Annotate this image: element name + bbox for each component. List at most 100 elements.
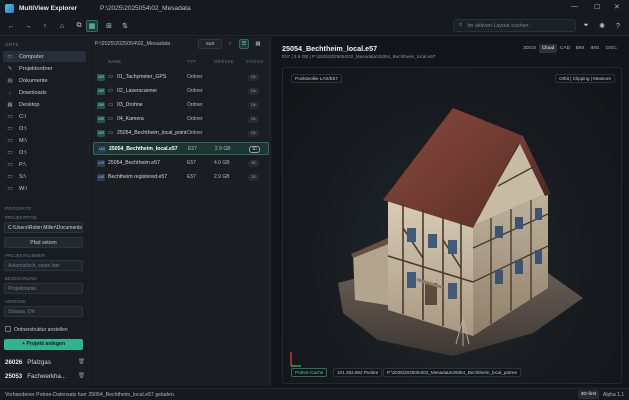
type-badge: DIR: [97, 88, 105, 95]
status-badge: 3D: [248, 160, 259, 167]
file-size: 2.9 GB: [215, 146, 231, 152]
column-header-type[interactable]: TYP: [187, 59, 196, 64]
file-name: 25054_Bechtheim.e57: [108, 160, 160, 166]
file-name: Bechtheim registered.e57: [108, 174, 168, 180]
column-header-size[interactable]: GRÖSSE: [214, 59, 234, 64]
drive-icon: ▭: [7, 161, 13, 168]
project-item[interactable]: 25053 Fachwerkha... 🗑: [5, 371, 85, 381]
adresse-input[interactable]: Strasse, Ort: [4, 306, 83, 317]
search-placeholder: Im aktiven Layout suchen: [467, 22, 529, 29]
up-arrow-icon[interactable]: ↑: [225, 39, 235, 49]
project-number: 25053: [5, 372, 23, 380]
drive-icon: ▭: [7, 137, 13, 144]
drive-icon: ▭: [7, 149, 13, 156]
table-row[interactable]: DIR ▭ 25054_Bechtheim_local_pointse Ordn…: [93, 127, 269, 140]
projekt-anlegen-button[interactable]: + Projekt anlegen: [4, 339, 83, 350]
desktop-icon: ▦: [7, 101, 13, 108]
sidebar-item-label: W:\: [19, 185, 28, 192]
sidebar-item-computer[interactable]: ▭ Computer: [3, 51, 86, 62]
help-button[interactable]: ?: [612, 20, 624, 32]
sidebar-item-projektordner[interactable]: ✎ Projektordner: [3, 63, 86, 74]
type-badge: LAS: [98, 146, 106, 153]
tab-cad[interactable]: CAD: [558, 44, 572, 53]
status-badge: Dir: [248, 130, 259, 137]
sort-button[interactable]: Sort: [198, 39, 222, 49]
theme-button[interactable]: ✺: [596, 20, 608, 32]
app-title: MultiView Explorer: [19, 4, 78, 12]
projektnummer-input[interactable]: Automatisch, wenn leer: [4, 260, 83, 271]
point-cloud-canvas[interactable]: Punktwolke LAS/E57 Orbit | Clipping | Me…: [282, 67, 622, 384]
tab-doc[interactable]: DOC: [603, 44, 620, 53]
sidebar-item-label: C:\: [19, 113, 27, 120]
projektpfad-input[interactable]: C:\Users\Robin Miller\Documents\: [4, 222, 83, 233]
file-type: Ordner: [187, 88, 203, 94]
table-row-selected[interactable]: LAS 25054_Bechtheim_local.e57 E57 2.9 GB…: [93, 142, 269, 155]
sidebar-item-dokumente[interactable]: ▤ Dokumente: [3, 75, 86, 86]
home-button[interactable]: ⌂: [56, 20, 68, 32]
file-pane-path: P:\2025\2025054\02_Mesadata: [95, 41, 171, 47]
section-heading-places: ORTE: [5, 42, 19, 47]
close-button[interactable]: ✕: [614, 3, 620, 11]
drive-icon: ▭: [7, 185, 13, 192]
copy-path-button[interactable]: ⧉: [73, 20, 85, 32]
table-row[interactable]: LAS Bechtheim registered.e57 E57 2.9 GB …: [93, 171, 269, 184]
maximize-button[interactable]: ☐: [594, 3, 600, 11]
sidebar-item-drive-m[interactable]: ▭ M:\: [3, 135, 86, 146]
file-name: 03_Drohne: [117, 102, 143, 108]
minimize-button[interactable]: —: [571, 3, 578, 10]
viewer-title: 25054_Bechtheim_local.e57: [282, 44, 378, 53]
sidebar-item-downloads[interactable]: ↓ Downloads: [3, 87, 86, 98]
tab-bim[interactable]: BIM: [573, 44, 587, 53]
table-row[interactable]: DIR ▭ 02_Laserscanner Ordner Dir: [93, 85, 269, 98]
file-type: Ordner: [187, 102, 203, 108]
app-logo-icon: [5, 3, 14, 13]
overlay-point-count: 101.263.892 Punkte: [333, 368, 383, 377]
type-badge: LAS: [97, 160, 105, 167]
tab-3dgs[interactable]: 3DGS: [520, 44, 539, 53]
trash-icon[interactable]: 🗑: [78, 373, 85, 379]
sidebar-item-drive-w[interactable]: ▭ W:\: [3, 183, 86, 194]
grid-view-icon[interactable]: ▦: [253, 39, 263, 49]
split-layout-button[interactable]: ⊞: [103, 20, 115, 32]
list-view-icon[interactable]: ☰: [239, 39, 249, 49]
overlay-dataset-type: Punktwolke LAS/E57: [291, 74, 342, 83]
tab-img[interactable]: IMG: [588, 44, 602, 53]
trash-icon[interactable]: 🗑: [78, 359, 85, 365]
sidebar-item-drive-o2[interactable]: ▭ O:\: [3, 147, 86, 158]
label-adresse: ADRESSE: [5, 299, 26, 304]
table-row[interactable]: DIR ▭ 04_Kamera Ordner Dir: [93, 113, 269, 126]
folder-icon: ▭: [108, 130, 114, 136]
table-row[interactable]: DIR ▭ 01_Tachymeter_GPS Ordner Dir: [93, 71, 269, 84]
sidebar-item-drive-s[interactable]: ▭ S:\: [3, 171, 86, 182]
ordnerstruktur-checkbox[interactable]: [5, 326, 11, 332]
tab-cloud[interactable]: Cloud: [539, 44, 557, 53]
sidebar-item-label: Computer: [19, 53, 44, 60]
sidebar-item-label: Dokumente: [19, 77, 48, 84]
table-row[interactable]: DIR ▭ 03_Drohne Ordner Dir: [93, 99, 269, 112]
status-message: Vorhandener Potree-Datensatz fuer 25054_…: [5, 392, 176, 398]
sidebar-item-drive-c[interactable]: ▭ C:\: [3, 111, 86, 122]
pfad-setzen-button[interactable]: Pfad setzen: [4, 237, 83, 248]
column-header-name[interactable]: NAME: [108, 59, 121, 64]
table-row[interactable]: LAS 25054_Bechtheim.e57 E57 4.0 GB 3D: [93, 157, 269, 170]
bezeichnung-input[interactable]: Projektname: [4, 283, 83, 294]
back-button[interactable]: ←: [5, 20, 17, 32]
layout-toggle-button[interactable]: ▦: [86, 20, 98, 32]
column-header-status[interactable]: STATUS: [246, 59, 264, 64]
sidebar-item-desktop[interactable]: ▦ Desktop: [3, 99, 86, 110]
sidebar-item-drive-o[interactable]: ▭ O:\: [3, 123, 86, 134]
forward-button[interactable]: →: [22, 20, 34, 32]
file-type: E57: [188, 146, 197, 152]
search-field[interactable]: ⌕ Im aktiven Layout suchen: [453, 19, 576, 32]
drive-icon: ▭: [7, 125, 13, 132]
up-button[interactable]: ↑: [39, 20, 51, 32]
filter-button[interactable]: ⏷: [580, 20, 592, 32]
project-item[interactable]: 26026 Pfalzgas 🗑: [5, 357, 85, 367]
sidebar-item-drive-p[interactable]: ▭ P:\: [3, 159, 86, 170]
type-badge: DIR: [97, 102, 105, 109]
label-projektpfad: PROJEKTPFAD: [5, 215, 37, 220]
file-type: Ordner: [187, 116, 203, 122]
search-icon: ⌕: [459, 22, 463, 28]
overlay-tools[interactable]: Orbit | Clipping | Measure: [555, 74, 615, 83]
sync-button[interactable]: ⇅: [119, 20, 131, 32]
